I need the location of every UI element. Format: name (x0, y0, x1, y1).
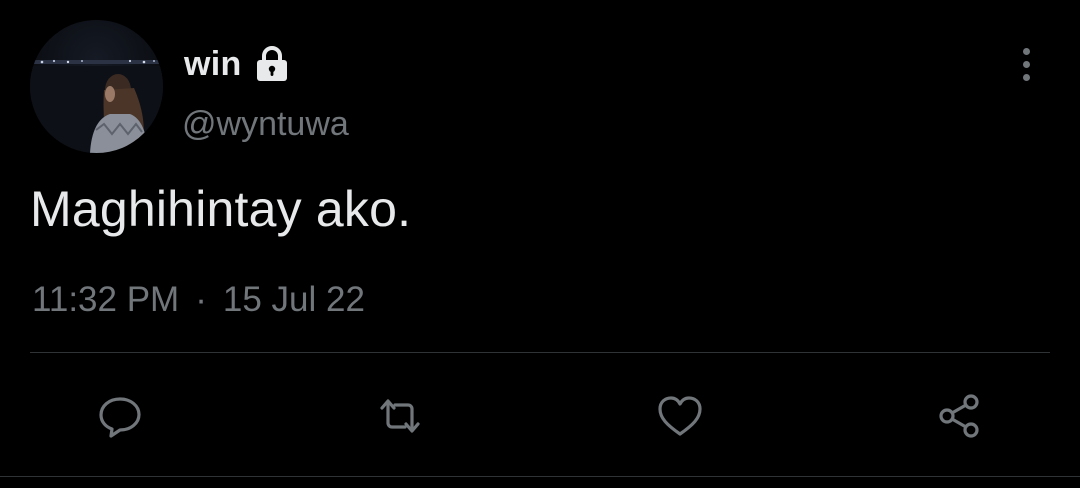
tweet-time: 11:32 PM (32, 280, 180, 319)
divider-bottom (0, 476, 1080, 477)
divider (30, 352, 1050, 353)
tweet-date: 15 Jul 22 (222, 280, 365, 319)
display-name[interactable]: win (184, 45, 242, 84)
ellipsis-dot (1022, 60, 1030, 68)
heart-icon (658, 396, 702, 436)
timestamp-separator: · (195, 280, 207, 319)
lock-icon (252, 44, 292, 84)
tweet-timestamp[interactable]: 11:32 PM · 15 Jul 22 (32, 280, 365, 320)
tweet-text: Maghihintay ako. (30, 181, 412, 237)
retweet-button[interactable] (372, 388, 428, 444)
like-button[interactable] (652, 388, 708, 444)
vertical-ellipsis-icon (1022, 47, 1030, 55)
tweet-detail: win @wyntuwa Maghihintay ako. 11:32 PM ·… (0, 0, 1080, 488)
author-name-row: win (184, 38, 292, 90)
reply-button[interactable] (92, 388, 148, 444)
avatar[interactable] (30, 20, 163, 153)
share-button[interactable] (932, 388, 988, 444)
avatar-photo (30, 20, 163, 153)
ellipsis-dot (1022, 73, 1030, 81)
more-options-button[interactable] (1006, 42, 1046, 86)
share-nodes-icon (939, 394, 979, 438)
retweet-arrows-icon (380, 399, 420, 433)
author-handle[interactable]: @wyntuwa (182, 105, 349, 144)
speech-bubble-icon (99, 397, 141, 438)
